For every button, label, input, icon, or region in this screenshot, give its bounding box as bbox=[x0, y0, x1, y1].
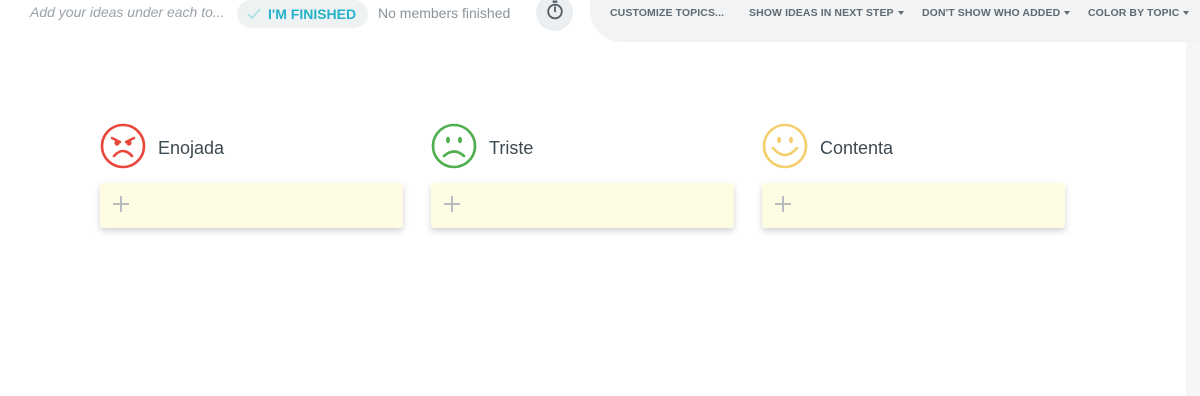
color-by-topic-dropdown[interactable]: COLOR BY TOPIC bbox=[1088, 7, 1190, 19]
topic-column-enojada: Enojada bbox=[100, 123, 403, 228]
topic-column-triste: Triste bbox=[431, 123, 734, 228]
topic-header: Enojada bbox=[100, 123, 403, 174]
instructions-hint: Add your ideas under each to... bbox=[30, 4, 225, 20]
side-panel-edge bbox=[1186, 42, 1200, 396]
topic-title: Triste bbox=[489, 137, 534, 158]
customize-topics-label: CUSTOMIZE TOPICS... bbox=[610, 7, 725, 19]
color-by-topic-label: COLOR BY TOPIC bbox=[1088, 7, 1180, 19]
chevron-down-icon bbox=[897, 11, 904, 15]
members-status: No members finished bbox=[378, 5, 511, 21]
topic-column-contenta: Contenta bbox=[762, 123, 1065, 228]
topic-header: Triste bbox=[431, 123, 734, 174]
timer-button[interactable] bbox=[536, 0, 573, 31]
topic-title: Contenta bbox=[820, 137, 894, 158]
add-idea-card[interactable] bbox=[100, 183, 403, 228]
dont-show-who-added-dropdown[interactable]: DON'T SHOW WHO ADDED bbox=[922, 7, 1071, 19]
page: Add your ideas under each to... I'M FINI… bbox=[0, 0, 1200, 396]
im-finished-label: I'M FINISHED bbox=[268, 6, 357, 22]
dont-show-who-added-label: DON'T SHOW WHO ADDED bbox=[922, 7, 1061, 19]
angry-face-icon bbox=[100, 123, 146, 174]
show-ideas-dropdown[interactable]: SHOW IDEAS IN NEXT STEP bbox=[749, 7, 904, 19]
im-finished-button[interactable]: I'M FINISHED bbox=[237, 0, 369, 28]
stopwatch-icon bbox=[546, 0, 564, 25]
customize-topics-button[interactable]: CUSTOMIZE TOPICS... bbox=[610, 7, 724, 19]
plus-icon bbox=[775, 196, 791, 212]
sad-face-icon bbox=[431, 123, 477, 174]
add-idea-card[interactable] bbox=[431, 183, 734, 228]
topic-toolbar: CUSTOMIZE TOPICS... SHOW IDEAS IN NEXT S… bbox=[590, 0, 1200, 42]
check-icon bbox=[247, 8, 261, 20]
chevron-down-icon bbox=[1183, 11, 1190, 15]
happy-face-icon bbox=[762, 123, 808, 174]
add-idea-card[interactable] bbox=[762, 183, 1065, 228]
show-ideas-label: SHOW IDEAS IN NEXT STEP bbox=[749, 7, 894, 19]
plus-icon bbox=[113, 196, 129, 212]
plus-icon bbox=[444, 196, 460, 212]
topic-header: Contenta bbox=[762, 123, 1065, 174]
chevron-down-icon bbox=[1064, 11, 1071, 15]
topic-title: Enojada bbox=[158, 137, 225, 158]
